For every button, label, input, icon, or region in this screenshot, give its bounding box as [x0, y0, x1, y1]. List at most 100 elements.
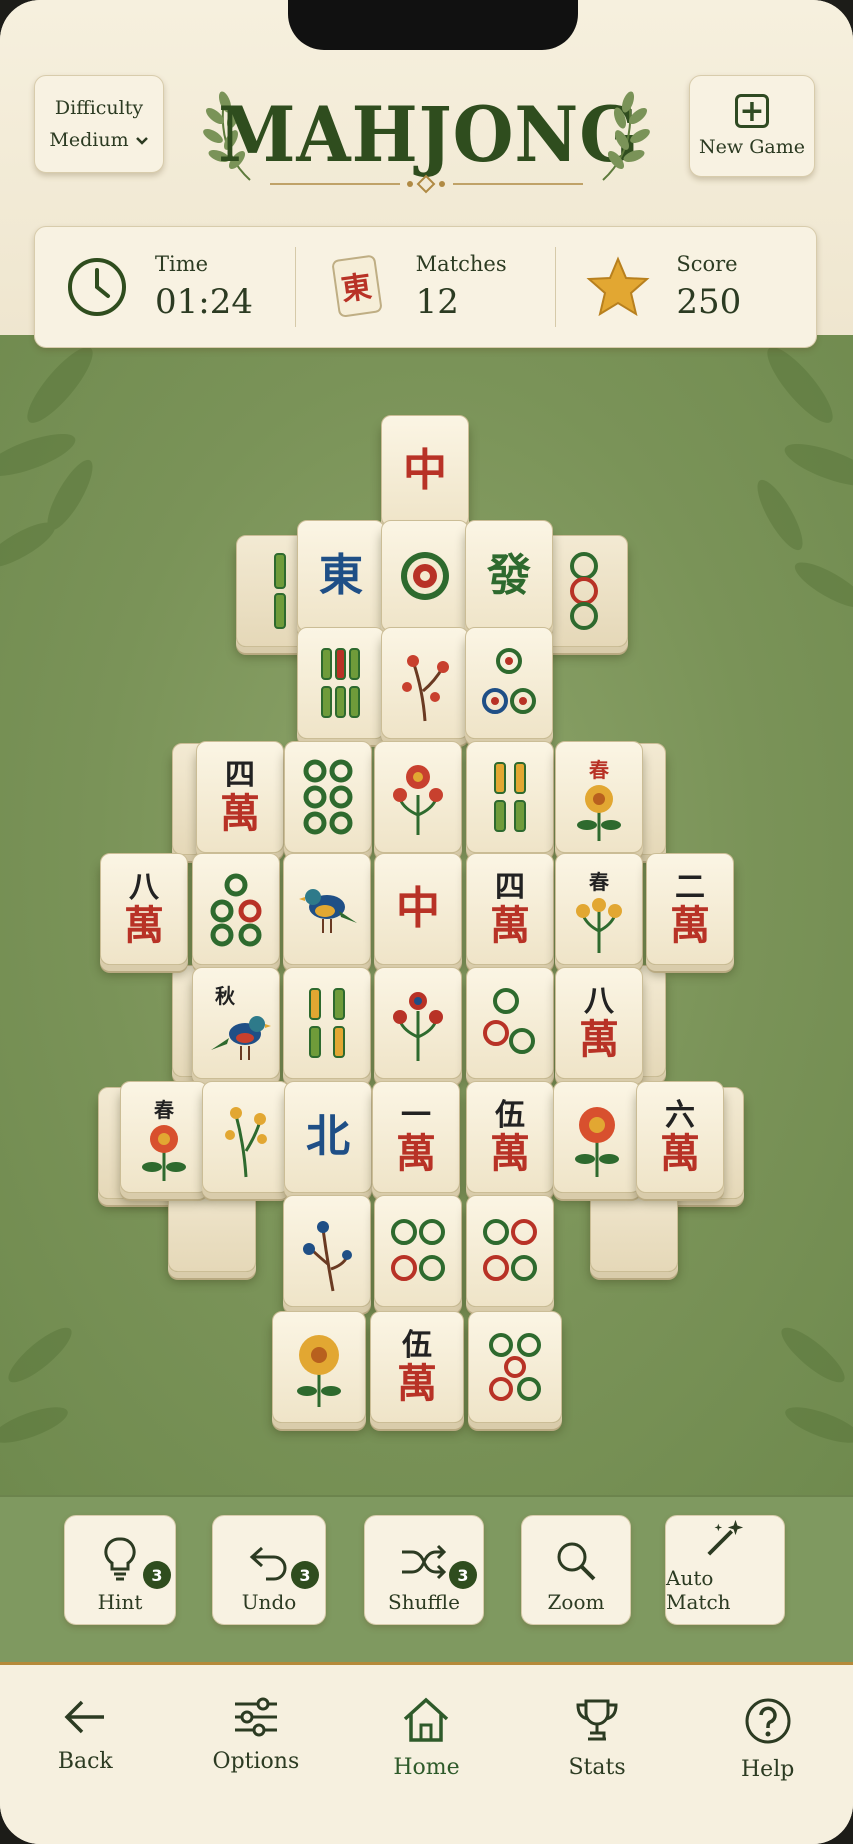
mahjong-tile-four-dot[interactable] [374, 1195, 462, 1307]
mahjong-tile-bamboo[interactable] [283, 967, 371, 1079]
difficulty-selector[interactable]: Difficulty Medium [34, 75, 164, 173]
mahjong-tile-two-wan[interactable]: 二 萬 [646, 853, 734, 965]
auto-match-button[interactable]: Auto Match [665, 1515, 785, 1625]
mahjong-tile-five-dot[interactable] [192, 853, 280, 965]
action-bar: Hint 3 Undo 3 Shuffle 3 Zoom Auto Match [0, 1495, 853, 1665]
mahjong-tile-plum-flower[interactable] [381, 627, 469, 739]
shuffle-label: Shuffle [388, 1590, 460, 1614]
leaves-decoration-icon [781, 1327, 853, 1443]
hint-button[interactable]: Hint 3 [64, 1515, 176, 1625]
tile-wan: 萬 [579, 1017, 619, 1063]
stats-bar: Time 01:24 東 Matches 12 Score 250 [34, 226, 817, 348]
laurel-right-icon [602, 91, 650, 181]
mahjong-tile-five-dot[interactable] [468, 1311, 562, 1423]
mahjong-tile-one-wan[interactable]: 一 萬 [372, 1081, 460, 1193]
mahjong-tile-four-wan[interactable]: 四 萬 [466, 853, 554, 965]
score-value: 250 [676, 282, 742, 322]
undo-count-badge: 3 [291, 1561, 319, 1589]
tile-wan: 萬 [396, 1131, 436, 1177]
nav-home-label: Home [393, 1755, 460, 1780]
mahjong-tile-one-dot[interactable] [381, 520, 469, 632]
tile-wan: 萬 [220, 791, 260, 837]
shuffle-button[interactable]: Shuffle 3 [364, 1515, 484, 1625]
score-stat: Score 250 [555, 247, 816, 327]
mahjong-tile-eight-wan[interactable]: 八 萬 [555, 967, 643, 1079]
new-game-label: New Game [699, 136, 805, 158]
mahjong-tile-eight-wan[interactable]: 八 萬 [100, 853, 188, 965]
tile-wan: 萬 [670, 903, 710, 949]
clock-icon [65, 255, 129, 319]
nav-help-label: Help [741, 1757, 795, 1782]
mahjong-tile-east-wind[interactable]: 東 [297, 520, 385, 632]
difficulty-value: Medium [49, 129, 129, 151]
tile-char: 東 [319, 550, 363, 601]
star-icon [586, 255, 650, 319]
mahjong-tile-sunflower[interactable] [272, 1311, 366, 1423]
hint-label: Hint [97, 1590, 143, 1614]
mahjong-tile-six-dot[interactable] [284, 741, 372, 853]
mahjong-tile-orchid-flower[interactable] [374, 967, 462, 1079]
nav-options[interactable]: Options [171, 1665, 342, 1844]
undo-button[interactable]: Undo 3 [212, 1515, 326, 1625]
nav-home[interactable]: Home [341, 1665, 512, 1844]
mahjong-tile-bamboo[interactable] [297, 627, 385, 739]
magic-wand-icon [707, 1519, 744, 1556]
mahjong-tile-spring[interactable]: 春 [120, 1081, 208, 1193]
nav-stats[interactable]: Stats [512, 1665, 683, 1844]
tile-number: 伍 [495, 1098, 525, 1133]
shuffle-count-badge: 3 [449, 1561, 477, 1589]
time-label: Time [155, 252, 209, 276]
plus-icon: + [735, 94, 769, 129]
mahjong-tile-red-dragon[interactable]: 中 [374, 853, 462, 965]
mahjong-tile-flower[interactable] [553, 1081, 641, 1193]
tile-number: 四 [225, 758, 255, 793]
app-title: MAHJONG [218, 90, 640, 179]
mahjong-tile-bamboo[interactable] [466, 741, 554, 853]
mahjong-tile-green-dragon[interactable]: 發 [465, 520, 553, 632]
mahjong-tile-blue-flower[interactable] [283, 1195, 371, 1307]
mahjong-tile-peony-flower[interactable] [374, 741, 462, 853]
device-notch [288, 0, 578, 50]
mahjong-tile-autumn[interactable]: 秋 [192, 967, 280, 1079]
mahjong-tile-five-wan[interactable]: 伍 萬 [370, 1311, 464, 1423]
game-screen: Difficulty Medium MAHJONG + New Game Tim… [0, 0, 853, 1844]
tile-season-char: 春 [154, 1098, 174, 1122]
tile-char: 中 [403, 445, 447, 496]
mahjong-tile-spring[interactable]: 春 [555, 853, 643, 965]
tile-season-char: 秋 [215, 984, 235, 1008]
tile-char: 北 [306, 1111, 350, 1162]
sliders-icon [234, 1697, 277, 1737]
mahjong-tile[interactable] [540, 535, 628, 647]
mahjong-tile-chrysanthemum[interactable] [202, 1081, 290, 1193]
tile-wan: 萬 [490, 903, 530, 949]
new-game-button[interactable]: + New Game [689, 75, 815, 177]
matches-label: Matches [415, 252, 507, 276]
mahjong-tile-four-dot[interactable] [466, 1195, 554, 1307]
mahjong-tile-spring[interactable]: 春 [555, 741, 643, 853]
trophy-icon [576, 1699, 618, 1741]
tile-number: 伍 [402, 1328, 432, 1363]
mahjong-tile-three-dot[interactable] [466, 967, 554, 1079]
mahjong-tile-north-wind[interactable]: 北 [284, 1081, 372, 1193]
zoom-button[interactable]: Zoom [521, 1515, 631, 1625]
time-stat: Time 01:24 [35, 247, 295, 327]
chevron-down-icon [135, 124, 149, 156]
home-icon [404, 1697, 449, 1742]
nav-back[interactable]: Back [0, 1665, 171, 1844]
mahjong-tile-bird[interactable] [283, 853, 371, 965]
tile-wan: 萬 [124, 903, 164, 949]
matches-value: 12 [415, 282, 459, 322]
time-value: 01:24 [155, 282, 253, 322]
nav-options-label: Options [212, 1749, 300, 1774]
mahjong-tile-five-wan[interactable]: 伍 萬 [466, 1081, 554, 1193]
score-label: Score [676, 252, 738, 276]
mahjong-tile-three-dot[interactable] [465, 627, 553, 739]
nav-help[interactable]: Help [682, 1665, 853, 1844]
mahjong-tile-red-dragon[interactable]: 中 [381, 415, 469, 527]
mahjong-tile-four-wan[interactable]: 四 萬 [196, 741, 284, 853]
tile-wan: 萬 [660, 1131, 700, 1177]
search-icon [557, 1542, 596, 1581]
mahjong-tile-six-wan[interactable]: 六 萬 [636, 1081, 724, 1193]
zoom-label: Zoom [547, 1590, 605, 1614]
tile-number: 八 [584, 984, 614, 1019]
